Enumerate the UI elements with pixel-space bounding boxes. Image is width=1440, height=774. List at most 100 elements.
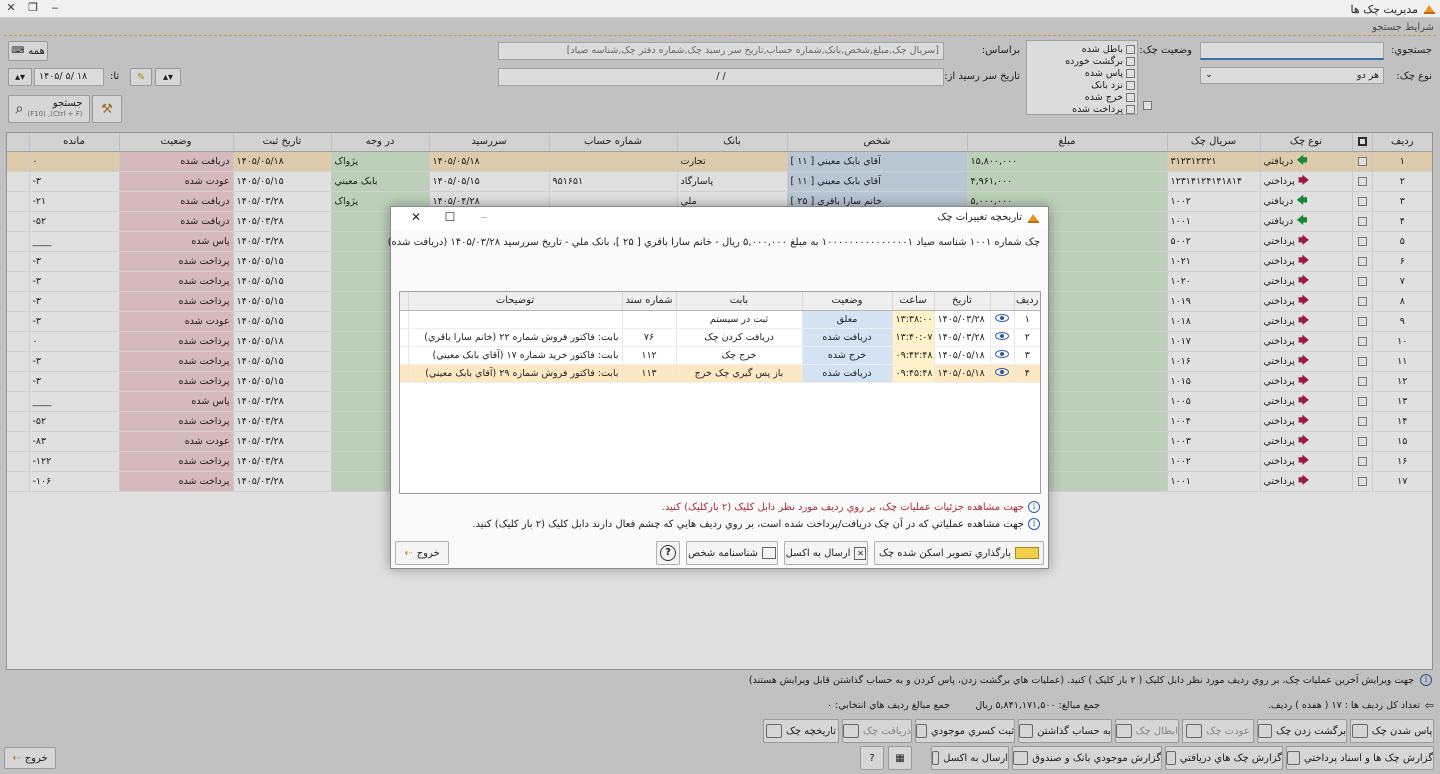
- all-button[interactable]: همه ⌨: [8, 41, 48, 61]
- table-row[interactable]: ۲ 🡆 پرداختي ۱۲۳۱۴۱۲۴۱۴۱۸۱۴ ۴,۹۶۱,۰۰۰ آقاي با…: [7, 171, 1432, 192]
- column-header[interactable]: بانک: [676, 133, 787, 152]
- column-header[interactable]: مبلغ: [966, 133, 1167, 152]
- history-row[interactable]: ۲ ۱۴۰۵/۰۳/۲۸ ۱۳:۴۰:۰۷ دريافت شده دريافت کردن…: [400, 328, 1040, 347]
- history-column-header[interactable]: [989, 292, 1014, 311]
- history-row[interactable]: ۳ ۱۴۰۵/۰۵/۱۸ ۰۹:۴۲:۴۸ خرج شده خرج چک ۱۱۲ بابت:…: [400, 346, 1040, 365]
- due-date-stepper[interactable]: ▾▴: [155, 68, 181, 86]
- row-checkbox[interactable]: [1351, 231, 1372, 252]
- action-button[interactable]: برگشت زدن چک: [1257, 719, 1347, 743]
- row-checkbox[interactable]: [1351, 211, 1372, 232]
- status-option[interactable]: پاس شده: [1029, 67, 1135, 79]
- checkbox[interactable]: [1126, 104, 1135, 114]
- dialog-close-icon[interactable]: ✕: [399, 209, 433, 227]
- row-checkbox[interactable]: [1351, 371, 1372, 392]
- action-button[interactable]: گزارش چک هاي دريافتي: [1165, 746, 1283, 770]
- checkbox[interactable]: [1126, 80, 1135, 90]
- excel-button[interactable]: ✕ ارسال به اکسل: [784, 541, 868, 565]
- row-checkbox[interactable]: [1351, 171, 1372, 192]
- eye-icon[interactable]: [989, 310, 1014, 329]
- action-button[interactable]: گزارش چک ها و اسناد پرداختي: [1286, 746, 1434, 770]
- row-checkbox[interactable]: [1351, 251, 1372, 272]
- checkbox[interactable]: [1126, 68, 1135, 78]
- main-exit-button[interactable]: خروج ⇠: [4, 747, 56, 769]
- action-button[interactable]: تاريخچه چک: [763, 719, 839, 743]
- row-checkbox[interactable]: [1351, 431, 1372, 452]
- row-checkbox[interactable]: [1351, 271, 1372, 292]
- row-checkbox[interactable]: [1351, 191, 1372, 212]
- maximize-icon[interactable]: ❐: [22, 0, 44, 18]
- status-list[interactable]: باطل شده برگشت خورده پاس شده نزد بانک خرج شد…: [1026, 40, 1138, 115]
- due-to-input[interactable]: ۱۴۰۵/ ۵/ ۱۸: [34, 68, 104, 86]
- action-button[interactable]: ابطال چک: [1115, 719, 1179, 743]
- eye-icon[interactable]: [989, 328, 1014, 347]
- action-button[interactable]: ارسال به اکسل: [931, 746, 1009, 770]
- history-column-header[interactable]: بابت: [675, 292, 802, 311]
- column-header[interactable]: سريال چک: [1166, 133, 1260, 152]
- dialog-minimize-icon[interactable]: ‒: [467, 209, 501, 227]
- history-column-header[interactable]: تاريخ: [933, 292, 990, 311]
- clear-filters-button[interactable]: ⚒: [92, 95, 122, 123]
- column-header[interactable]: شخص: [786, 133, 967, 152]
- history-column-header[interactable]: رديف: [1013, 292, 1040, 311]
- person-profile-button[interactable]: شناسنامه شخص: [686, 541, 778, 565]
- clear-date-button[interactable]: ✎: [130, 68, 152, 86]
- status-option[interactable]: باطل شده: [1029, 43, 1135, 55]
- action-button[interactable]: به حساب گذاشتن: [1018, 719, 1112, 743]
- checkbox[interactable]: [1126, 92, 1135, 102]
- column-header[interactable]: رديف: [1371, 133, 1432, 152]
- checkbox[interactable]: [1126, 56, 1135, 66]
- eye-icon[interactable]: [989, 346, 1014, 365]
- status-option[interactable]: نزد بانک: [1029, 79, 1135, 91]
- row-checkbox[interactable]: [1351, 391, 1372, 412]
- status-option[interactable]: برگشت خورده: [1029, 55, 1135, 67]
- row-checkbox[interactable]: [1351, 151, 1372, 172]
- action-button[interactable]: ثبت کسري موجودي: [915, 719, 1015, 743]
- history-column-header[interactable]: ساعت: [891, 292, 934, 311]
- grid-button[interactable]: ▦: [888, 746, 912, 770]
- column-header[interactable]: شماره حساب: [548, 133, 677, 152]
- due-from-input[interactable]: / /: [498, 68, 944, 86]
- row-checkbox[interactable]: [1351, 351, 1372, 372]
- status-select-all-checkbox[interactable]: [1143, 101, 1152, 110]
- help-button[interactable]: ?: [656, 541, 680, 565]
- upload-scan-button[interactable]: بارگذاري تصوير اسکن شده چک: [874, 541, 1044, 565]
- history-column-header[interactable]: توضيحات: [407, 292, 622, 311]
- eye-icon[interactable]: [989, 364, 1014, 383]
- search-button[interactable]: ⌕ جستجو (Ctrl + F), (F10): [8, 95, 90, 123]
- select-all-checkbox[interactable]: [1357, 136, 1367, 146]
- column-header[interactable]: وضعيت: [118, 133, 233, 152]
- history-grid[interactable]: رديف تاريخ ساعت وضعيت بابت شماره سند توضيحات ۱…: [399, 291, 1041, 494]
- row-checkbox[interactable]: [1351, 311, 1372, 332]
- minimize-icon[interactable]: ‒: [44, 0, 66, 18]
- column-header[interactable]: [1351, 133, 1372, 152]
- row-checkbox[interactable]: [1351, 291, 1372, 312]
- check-type-select[interactable]: هر دو ⌄: [1200, 67, 1384, 84]
- history-row[interactable]: ۴ ۱۴۰۵/۰۵/۱۸ ۰۹:۴۵:۴۸ دريافت شده باز پس گيري…: [400, 364, 1040, 383]
- action-button[interactable]: گزارش موجودي بانک و صندوق: [1012, 746, 1162, 770]
- status-option[interactable]: پرداخت شده: [1029, 103, 1135, 114]
- based-on-field[interactable]: [سريال چک,مبلغ,شخص,بانک,شماره حساب,تاريخ…: [498, 42, 944, 60]
- row-checkbox[interactable]: [1351, 411, 1372, 432]
- close-icon[interactable]: ✕: [0, 0, 22, 18]
- column-header[interactable]: در وجه: [330, 133, 429, 152]
- dialog-exit-button[interactable]: خروج ⇠: [395, 541, 449, 565]
- history-row[interactable]: ۱ ۱۴۰۵/۰۳/۲۸ ۱۳:۳۸:۰۰ معلق ثبت در سيستم: [400, 310, 1040, 329]
- dialog-maximize-icon[interactable]: ☐: [433, 209, 467, 227]
- history-column-header[interactable]: شماره سند: [621, 292, 676, 311]
- action-button[interactable]: عودت چک: [1182, 719, 1254, 743]
- column-header[interactable]: مانده: [28, 133, 119, 152]
- row-checkbox[interactable]: [1351, 331, 1372, 352]
- row-checkbox[interactable]: [1351, 471, 1372, 492]
- action-button[interactable]: پاس شدن چک: [1350, 719, 1434, 743]
- search-input[interactable]: [1200, 42, 1384, 60]
- status-option[interactable]: خرج شده: [1029, 91, 1135, 103]
- checkbox[interactable]: [1126, 44, 1135, 54]
- history-column-header[interactable]: وضعيت: [801, 292, 892, 311]
- table-row[interactable]: ۱ 🡄 دريافتي ۳۱۲۳۱۲۳۲۱ ۱۵,۸۰۰,۰۰۰ آقاي بابک م…: [7, 151, 1432, 172]
- column-header[interactable]: سررسيد: [428, 133, 549, 152]
- action-button[interactable]: دريافت چک: [842, 719, 912, 743]
- column-header[interactable]: تاريخ ثبت: [232, 133, 331, 152]
- column-header[interactable]: نوع چک: [1259, 133, 1352, 152]
- help-button[interactable]: ?: [860, 746, 884, 770]
- due-to-stepper[interactable]: ▾▴: [8, 68, 32, 86]
